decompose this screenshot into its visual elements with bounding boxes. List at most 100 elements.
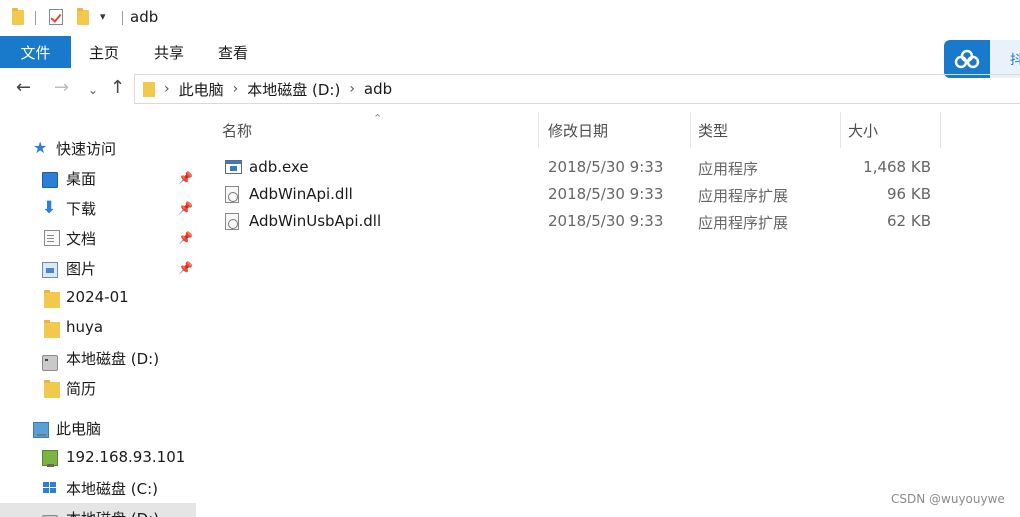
sidebar-item-desktop[interactable]: 桌面 📌: [0, 163, 196, 193]
quick-access-dropdown-icon[interactable]: ▾: [100, 10, 106, 23]
column-divider[interactable]: [690, 112, 691, 148]
file-name: AdbWinApi.dll: [249, 185, 353, 203]
column-header-name[interactable]: 名称: [222, 112, 252, 148]
sidebar-item-label: 下载: [66, 200, 97, 218]
ribbon-tabs: 文件 主页 共享 查看: [0, 36, 1020, 68]
file-size: 96 KB: [887, 185, 931, 203]
file-date: 2018/5/30 9:33: [548, 212, 664, 230]
folder-icon: [44, 320, 60, 338]
folder-icon: [44, 380, 60, 398]
pin-icon[interactable]: 📌: [178, 261, 193, 275]
breadcrumb-adb[interactable]: adb: [364, 80, 392, 98]
file-type: 应用程序扩展: [698, 214, 789, 232]
sidebar-item-drive-c[interactable]: 本地磁盘 (C:): [0, 473, 196, 503]
sort-ascending-icon: ⌃: [373, 112, 383, 125]
separator: [35, 11, 36, 25]
desktop-icon: [42, 172, 58, 188]
windows-drive-icon: [42, 482, 58, 498]
up-arrow-icon[interactable]: ↑: [110, 78, 125, 98]
file-row-adb-exe[interactable]: adb.exe 2018/5/30 9:33 应用程序 1,468 KB: [222, 154, 942, 180]
exe-icon: [225, 160, 242, 174]
sidebar-item-drive-d-pc[interactable]: 本地磁盘 (D:): [0, 503, 196, 517]
tab-view[interactable]: 查看: [216, 36, 250, 68]
column-header-label: 类型: [698, 121, 729, 140]
sidebar-item-label: huya: [66, 318, 104, 336]
sidebar-item-this-pc[interactable]: 此电脑: [0, 413, 196, 443]
file-size: 62 KB: [887, 212, 931, 230]
sidebar-item-label: 本地磁盘 (C:): [66, 480, 158, 498]
sidebar-item-label: 本地磁盘 (D:): [66, 350, 160, 368]
file-name: adb.exe: [249, 158, 309, 176]
back-arrow-icon[interactable]: ←: [16, 78, 31, 98]
sidebar-item-label: 本地磁盘 (D:): [66, 508, 159, 517]
cloud-panel-text: 抖: [1010, 53, 1020, 68]
sidebar-item-label: 简历: [66, 380, 97, 398]
sidebar-item-resume[interactable]: 简历: [0, 373, 196, 403]
sidebar-item-network-drive[interactable]: 192.168.93.101: [0, 443, 196, 473]
column-divider[interactable]: [940, 112, 941, 148]
file-date: 2018/5/30 9:33: [548, 158, 664, 176]
file-name: AdbWinUsbApi.dll: [249, 212, 382, 230]
file-type: 应用程序: [698, 160, 759, 178]
sidebar-item-label: 桌面: [66, 170, 97, 188]
breadcrumb-this-pc[interactable]: 此电脑: [179, 79, 224, 100]
pin-icon[interactable]: 📌: [178, 201, 193, 215]
file-size: 1,468 KB: [863, 158, 931, 176]
dll-icon: [225, 186, 239, 203]
column-header-type[interactable]: 类型: [698, 112, 728, 148]
folder-icon[interactable]: [12, 8, 24, 25]
file-list: ⌃ 名称 修改日期 类型 大小 adb.exe 2018/5/30 9:33 应…: [200, 110, 1020, 517]
breadcrumb-drive-d[interactable]: 本地磁盘 (D:): [247, 79, 340, 100]
drive-icon: [42, 355, 58, 371]
picture-icon: [42, 262, 58, 278]
computer-icon: [33, 422, 49, 438]
sidebar-item-quick-access[interactable]: ★ 快速访问: [0, 133, 196, 163]
network-drive-icon: [42, 450, 58, 467]
window-title: adb: [130, 8, 159, 26]
forward-arrow-icon[interactable]: →: [54, 78, 69, 98]
column-header-label: 大小: [848, 121, 879, 140]
tab-file[interactable]: 文件: [0, 36, 71, 68]
navigation-bar: ← → ⌄ ↑ › 此电脑 › 本地磁盘 (D:) › adb: [0, 68, 1020, 110]
sidebar-item-label: 图片: [66, 260, 97, 278]
new-folder-icon[interactable]: [77, 8, 89, 25]
cloud-icon: [954, 49, 980, 69]
tab-share[interactable]: 共享: [152, 36, 186, 68]
sidebar-item-label: 文档: [66, 230, 97, 248]
watermark: CSDN @wuyouywe: [891, 492, 1005, 506]
chevron-right-icon[interactable]: ›: [233, 81, 239, 97]
sidebar-item-pictures[interactable]: 图片 📌: [0, 253, 196, 283]
dll-icon: [225, 213, 239, 230]
navigation-pane: ★ 快速访问 桌面 📌 ⬇ 下载 📌 文档 📌 图片 📌 2024-01 huy…: [0, 110, 200, 517]
sidebar-item-downloads[interactable]: ⬇ 下载 📌: [0, 193, 196, 223]
column-header-date[interactable]: 修改日期: [548, 112, 608, 148]
separator: [122, 11, 123, 25]
sidebar-item-label: 快速访问: [56, 140, 117, 158]
sidebar-item-2024-01[interactable]: 2024-01: [0, 283, 196, 313]
column-header-size[interactable]: 大小: [848, 112, 878, 148]
chevron-right-icon[interactable]: ›: [349, 81, 355, 97]
file-row-adbwinusbapi-dll[interactable]: AdbWinUsbApi.dll 2018/5/30 9:33 应用程序扩展 6…: [222, 208, 942, 234]
chevron-right-icon[interactable]: ›: [164, 81, 170, 97]
pin-icon[interactable]: 📌: [178, 171, 193, 185]
sidebar-item-label: 192.168.93.101: [66, 448, 186, 466]
document-icon: [44, 230, 60, 246]
recent-locations-chevron-icon[interactable]: ⌄: [88, 80, 98, 100]
sidebar-item-documents[interactable]: 文档 📌: [0, 223, 196, 253]
title-bar: ▾ adb: [0, 0, 1020, 36]
tab-home[interactable]: 主页: [87, 36, 121, 68]
sidebar-item-drive-d[interactable]: 本地磁盘 (D:): [0, 343, 196, 373]
sidebar-item-label: 2024-01: [66, 288, 129, 306]
file-date: 2018/5/30 9:33: [548, 185, 664, 203]
column-divider[interactable]: [840, 112, 841, 148]
column-header-label: 名称: [222, 121, 253, 140]
column-divider[interactable]: [538, 112, 539, 148]
folder-icon: [143, 81, 155, 97]
folder-icon: [44, 290, 60, 308]
address-bar[interactable]: › 此电脑 › 本地磁盘 (D:) › adb: [134, 74, 1020, 104]
properties-icon[interactable]: [49, 9, 63, 25]
pin-icon[interactable]: 📌: [178, 231, 193, 245]
download-icon: ⬇: [42, 198, 57, 218]
file-row-adbwinapi-dll[interactable]: AdbWinApi.dll 2018/5/30 9:33 应用程序扩展 96 K…: [222, 181, 942, 207]
sidebar-item-huya[interactable]: huya: [0, 313, 196, 343]
